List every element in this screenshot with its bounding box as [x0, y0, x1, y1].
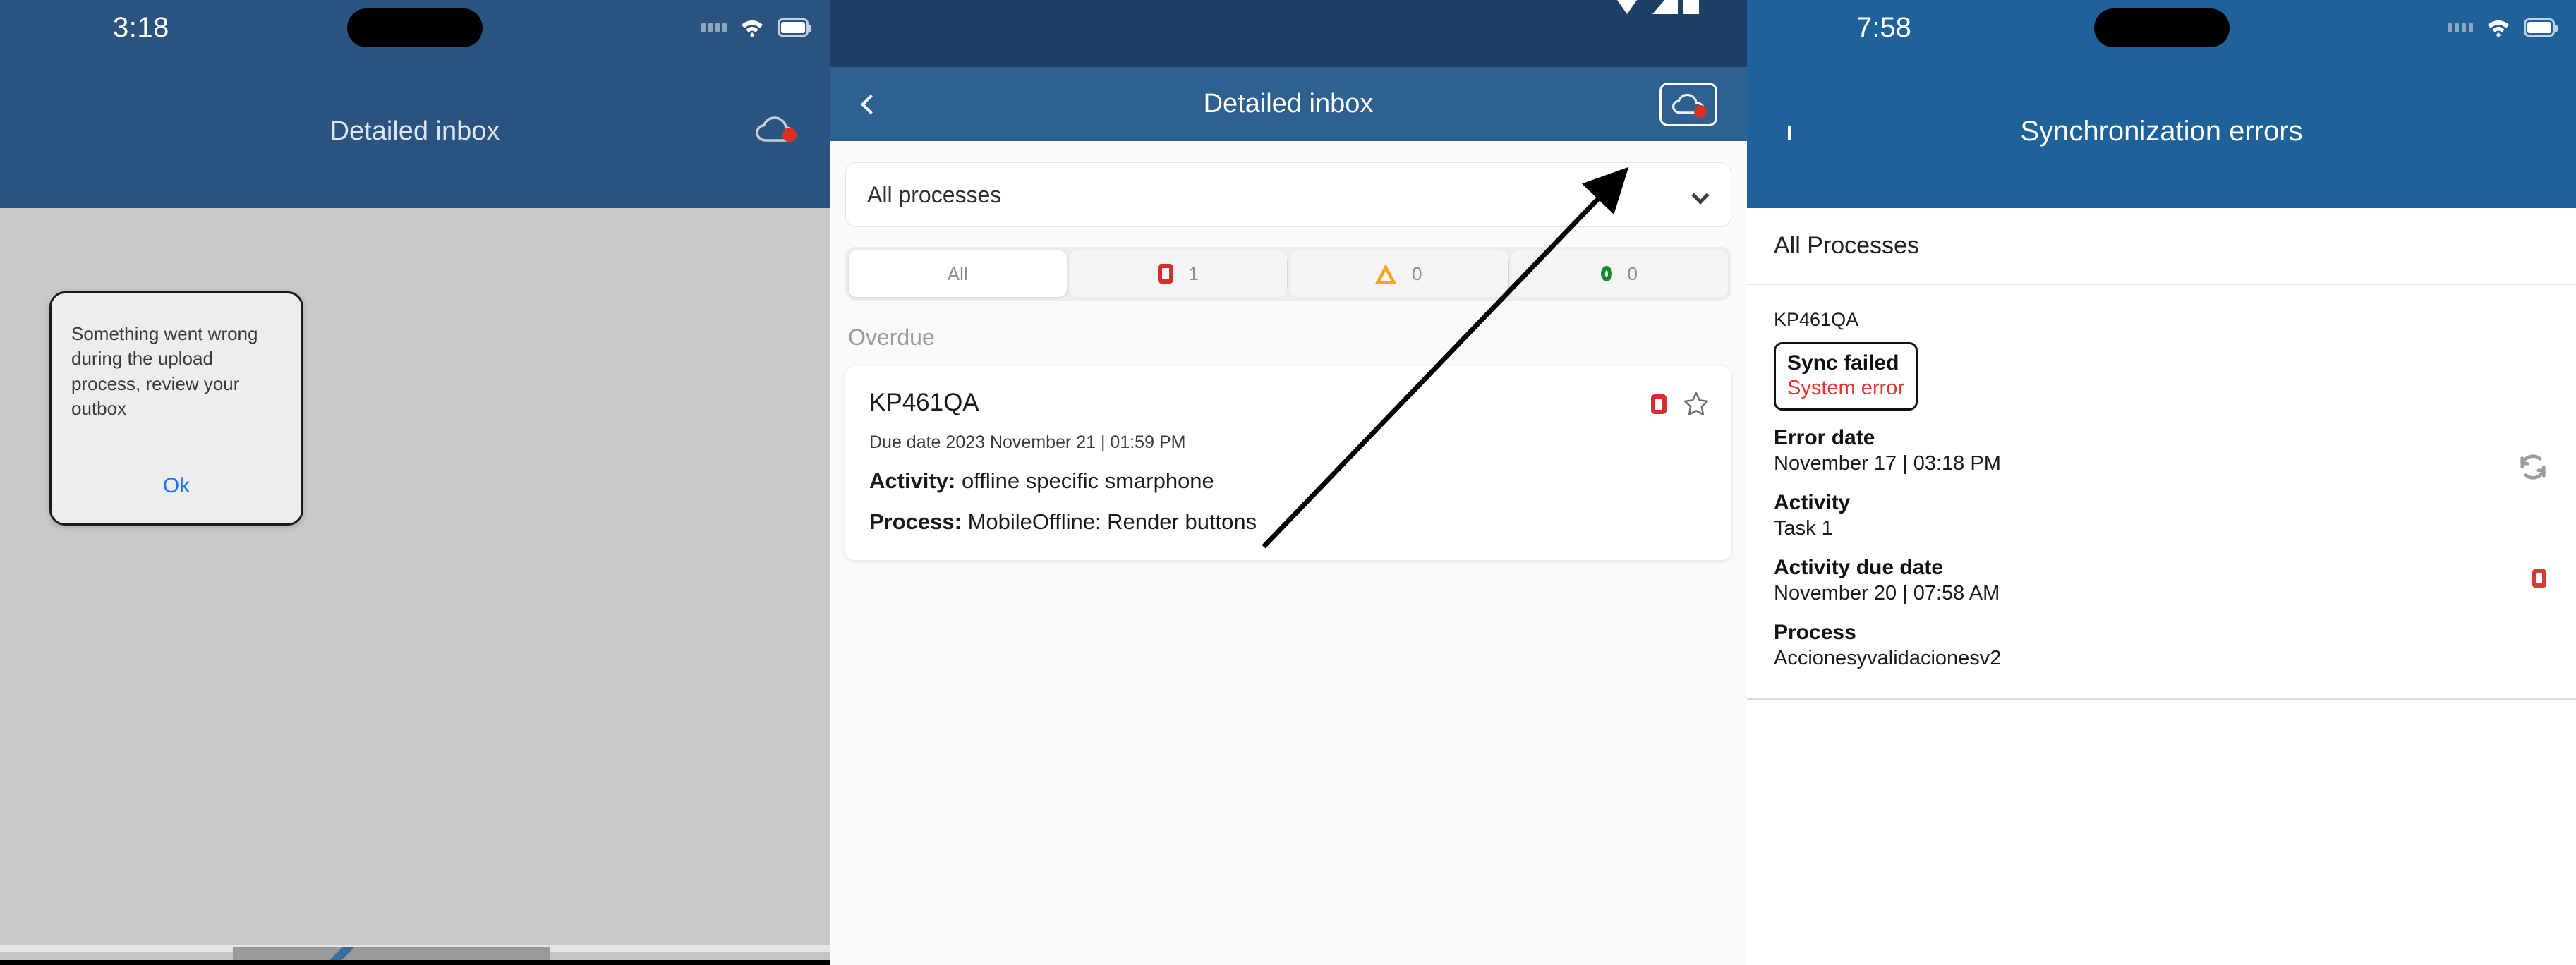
field-label: Activity — [1774, 491, 1851, 514]
page-title: Synchronization errors — [2020, 116, 2303, 147]
p1-bottom-black-bar — [0, 960, 830, 965]
sync-error-item[interactable]: KP461QA Sync failed System error Error d… — [1747, 285, 2576, 700]
field-value: Accionesyvalidacionesv2 — [1774, 647, 2002, 669]
segment-ontime[interactable]: 0 — [1507, 250, 1728, 297]
battery-icon — [778, 18, 811, 37]
cloud-sync-button[interactable] — [1659, 82, 1717, 126]
section-label-overdue: Overdue — [848, 324, 935, 350]
card-process-row: Process: MobileOffline: Render buttons — [869, 509, 1707, 535]
circle-green-icon — [1600, 266, 1612, 281]
field-value: November 20 | 07:58 AM — [1774, 582, 2000, 605]
field-label: Error date — [1774, 426, 1875, 449]
p3-header: 7:58 Synchronization errors — [1747, 0, 2576, 208]
field-error-date: Error date November 17 | 03:18 PM — [1774, 426, 2549, 475]
p1-status-bar: 3:18 — [0, 0, 830, 55]
cloud-error-badge — [1694, 104, 1707, 118]
cloud-sync-button[interactable] — [756, 116, 798, 147]
status-filter-segmented-control: All 1 0 0 — [845, 247, 1731, 301]
cloud-icon — [756, 116, 797, 142]
card-icons — [1651, 390, 1710, 418]
field-process: Process Accionesyvalidacionesv2 — [1774, 621, 2549, 670]
triangle-amber-icon — [1375, 264, 1397, 284]
card-activity-row: Activity: offline specific smarphone — [869, 468, 1707, 494]
card-process-label: Process: — [869, 509, 962, 534]
wifi-icon — [739, 18, 765, 37]
segment-overdue[interactable]: 1 — [1069, 250, 1287, 297]
process-filter-value: All processes — [867, 181, 1002, 207]
field-value: Task 1 — [1774, 517, 1833, 540]
wifi-icon — [2486, 18, 2511, 37]
cloud-error-badge — [782, 127, 797, 142]
square-red-icon — [1651, 394, 1667, 414]
field-label: Activity due date — [1774, 556, 1944, 579]
p2-title-bar: Detailed inbox — [830, 67, 1747, 141]
card-activity-value: offline specific smarphone — [961, 468, 1214, 493]
p1-title-bar: Detailed inbox — [0, 55, 830, 208]
field-activity: Activity Task 1 — [1774, 491, 2549, 540]
page-title: Detailed inbox — [1203, 89, 1374, 119]
device-notch — [2093, 8, 2230, 47]
device-notch — [347, 8, 483, 47]
status-bar-icons — [701, 18, 811, 37]
segment-warning-count: 0 — [1412, 262, 1422, 284]
dots-icon — [701, 23, 727, 32]
p1-body: Something went wrong during the upload p… — [0, 208, 830, 965]
back-button[interactable] — [1788, 125, 1791, 140]
panel-synchronization-errors: 7:58 Synchronization errors All Processe… — [1747, 0, 2576, 965]
status-badge: Sync failed System error — [1774, 342, 1918, 411]
status-bar-time: 3:18 — [113, 11, 169, 43]
page-title: Detailed inbox — [329, 116, 500, 146]
panel-detailed-inbox-list: Detailed inbox All processes All 1 0 0 O… — [830, 0, 1747, 965]
item-id: KP461QA — [1774, 309, 1859, 330]
segment-warning[interactable]: 0 — [1287, 250, 1508, 297]
dots-icon — [2448, 23, 2473, 32]
status-bar-icons — [2448, 18, 2558, 37]
dialog-ok-button[interactable]: Ok — [52, 454, 301, 523]
panel-detailed-inbox-dialog: 3:18 Detailed inbox Something went wrong… — [0, 0, 830, 965]
p1-header: 3:18 Detailed inbox — [0, 0, 830, 208]
chevron-left-icon — [860, 94, 881, 114]
p2-content: All processes All 1 0 0 Overdue KP461QA … — [830, 141, 1747, 965]
p3-title-bar: Synchronization errors — [1747, 55, 2576, 208]
square-red-icon — [1157, 264, 1173, 284]
dialog-message: Something went wrong during the upload p… — [71, 323, 258, 420]
segment-all[interactable]: All — [849, 250, 1067, 297]
cloud-icon — [1672, 93, 1707, 118]
p3-status-bar: 7:58 — [1747, 0, 2576, 55]
screenshot-root: 3:18 Detailed inbox Something went wrong… — [0, 0, 2576, 965]
refresh-icon[interactable] — [2517, 451, 2549, 483]
status-bar-time: 7:58 — [1856, 11, 1911, 43]
chevron-left-icon — [1788, 125, 1791, 140]
p3-body: All Processes KP461QA Sync failed System… — [1747, 208, 2576, 700]
field-label: Process — [1774, 621, 1856, 644]
card-activity-label: Activity: — [869, 468, 956, 493]
list-header-all-processes: All Processes — [1747, 208, 2576, 285]
p2-status-bar-icons — [1607, 0, 1699, 14]
segment-ontime-count: 0 — [1627, 262, 1638, 284]
field-activity-due-date: Activity due date November 20 | 07:58 AM — [1774, 556, 2549, 605]
card-title: KP461QA — [869, 389, 979, 416]
segment-all-label: All — [947, 262, 968, 284]
chevron-down-icon — [1691, 186, 1710, 205]
signal-icon — [1652, 0, 1678, 14]
square-red-icon — [2532, 569, 2546, 588]
segment-overdue-count: 1 — [1188, 262, 1199, 284]
p2-status-bar — [830, 0, 1747, 67]
inbox-item-card[interactable]: KP461QA Due date 2023 November 21 | 01:5… — [845, 366, 1731, 560]
star-outline-icon[interactable] — [1682, 390, 1710, 418]
status-badge-title: Sync failed — [1787, 351, 1899, 375]
process-filter-select[interactable]: All processes — [845, 162, 1731, 227]
card-due-date: Due date 2023 November 21 | 01:59 PM — [869, 432, 1186, 452]
field-value: November 17 | 03:18 PM — [1774, 452, 2001, 475]
card-process-value: MobileOffline: Render buttons — [967, 509, 1257, 534]
back-button[interactable] — [857, 85, 885, 124]
battery-icon — [2524, 18, 2558, 37]
battery-icon — [1683, 0, 1699, 14]
error-dialog: Something went wrong during the upload p… — [49, 291, 303, 526]
triangle-down-icon — [1607, 0, 1647, 14]
status-badge-subtitle: System error — [1787, 377, 1904, 399]
